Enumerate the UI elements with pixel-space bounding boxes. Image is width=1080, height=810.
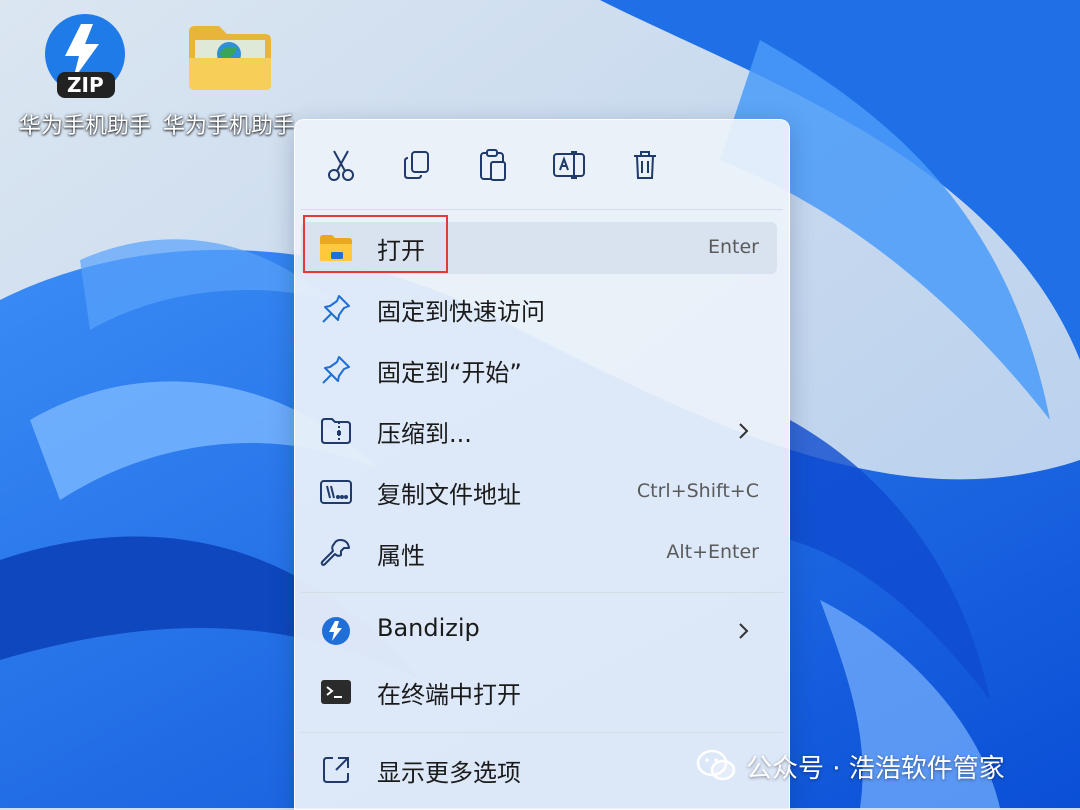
wrench-icon	[319, 537, 353, 569]
rename-icon	[553, 151, 585, 179]
path-copy-icon	[319, 476, 353, 508]
menu-item-label: 在终端中打开	[377, 681, 521, 709]
copy-button[interactable]	[394, 142, 440, 188]
zip-badge-label: ZIP	[67, 73, 104, 97]
menu-item-label: Bandizip	[377, 614, 480, 642]
folder-icon	[181, 10, 277, 106]
scissors-icon	[328, 150, 354, 181]
copy-icon	[404, 151, 429, 179]
pin-icon	[319, 354, 353, 386]
menu-item-pin-start[interactable]: 固定到“开始”	[301, 344, 777, 396]
menu-item-pin-quick-access[interactable]: 固定到快速访问	[301, 283, 777, 335]
menu-item-compress-to[interactable]: 压缩到...	[301, 405, 777, 457]
menu-item-shortcut: Enter	[708, 236, 759, 258]
chevron-right-icon	[739, 423, 749, 439]
desktop-icon-folder[interactable]: 华为手机助手	[154, 10, 304, 140]
terminal-icon	[319, 676, 353, 708]
highlight-annotation-box	[303, 215, 448, 273]
paste-button[interactable]	[470, 142, 516, 188]
wechat-icon	[696, 749, 736, 781]
menu-item-properties[interactable]: 属性 Alt+Enter	[301, 527, 777, 579]
bandizip-icon	[319, 615, 353, 647]
menu-item-label: 压缩到...	[377, 420, 472, 448]
separator	[301, 592, 783, 593]
menu-item-bandizip[interactable]: Bandizip	[301, 605, 777, 657]
zip-installer-icon: ZIP	[37, 10, 133, 106]
menu-item-open-in-terminal[interactable]: 在终端中打开	[301, 666, 777, 718]
watermark-text: 公众号 · 浩浩软件管家	[746, 753, 1005, 784]
desktop-icon-zip-installer[interactable]: ZIP 华为手机助手	[10, 10, 160, 140]
menu-item-label: 固定到“开始”	[377, 359, 522, 387]
trash-icon	[634, 151, 656, 179]
menu-item-label: 显示更多选项	[377, 759, 521, 787]
chevron-right-icon	[739, 623, 749, 639]
clipboard-icon	[480, 149, 506, 181]
menu-item-label: 复制文件地址	[377, 481, 521, 509]
menu-item-label: 固定到快速访问	[377, 298, 545, 326]
separator	[301, 732, 783, 733]
desktop-icon-label: 华为手机助手	[162, 114, 295, 139]
watermark: 公众号 · 浩浩软件管家	[696, 746, 1005, 786]
pin-icon	[319, 293, 353, 325]
zip-folder-icon	[319, 415, 353, 447]
more-options-icon	[319, 754, 353, 786]
quick-action-bar	[295, 120, 789, 208]
rename-button[interactable]	[546, 142, 592, 188]
delete-button[interactable]	[622, 142, 668, 188]
menu-item-label: 属性	[377, 542, 425, 570]
menu-item-shortcut: Alt+Enter	[666, 541, 759, 563]
cut-button[interactable]	[318, 142, 364, 188]
separator	[301, 209, 783, 210]
menu-item-copy-path[interactable]: 复制文件地址 Ctrl+Shift+C	[301, 466, 777, 518]
desktop-icon-label: 华为手机助手	[18, 114, 151, 139]
menu-item-shortcut: Ctrl+Shift+C	[636, 480, 759, 502]
